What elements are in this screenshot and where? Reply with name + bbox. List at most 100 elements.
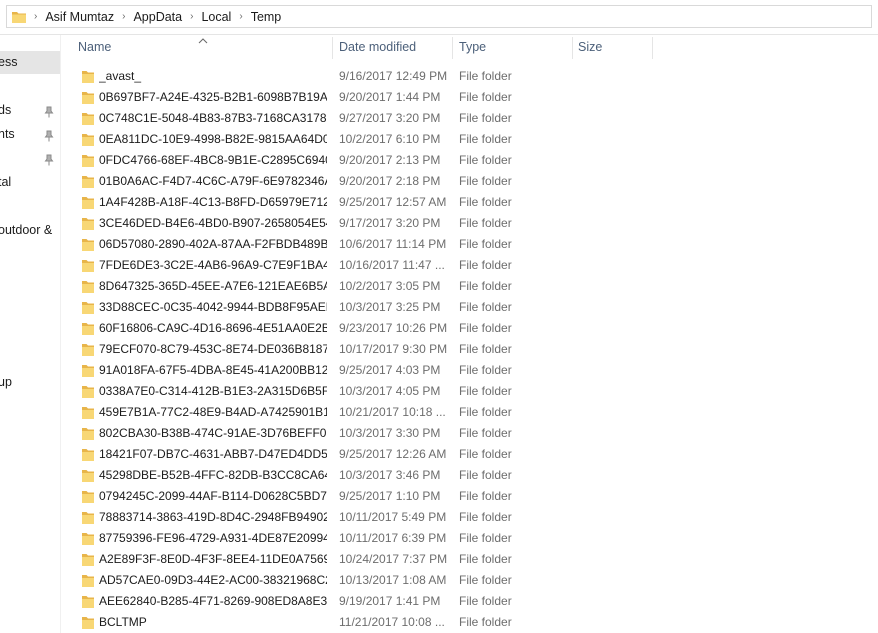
file-name: 459E7B1A-77C2-48E9-B4AD-A7425901B1B9 [99, 405, 327, 419]
column-divider[interactable] [332, 37, 333, 59]
file-row[interactable]: 3CE46DED-B4E6-4BD0-B907-2658054E543A 9/1… [70, 213, 878, 234]
file-row[interactable]: 0FDC4766-68EF-4BC8-9B1E-C2895C694081 9/2… [70, 150, 878, 171]
file-type: File folder [459, 258, 512, 272]
file-row[interactable]: 87759396-FE96-4729-A931-4DE87E209943 10/… [70, 528, 878, 549]
nav-item-downloads[interactable]: ds [0, 99, 60, 122]
column-header-date-modified[interactable]: Date modified [339, 35, 416, 60]
file-row[interactable]: AD57CAE0-09D3-44E2-AC00-38321968C2... 10… [70, 570, 878, 591]
folder-icon [81, 426, 95, 441]
nav-item-outdoor[interactable]: outdoor & [0, 219, 60, 242]
file-row[interactable]: A2E89F3F-8E0D-4F3F-8EE4-11DE0A7569F0 10/… [70, 549, 878, 570]
chevron-right-icon[interactable]: › [239, 11, 242, 22]
nav-item-label: up [0, 375, 12, 389]
chevron-right-icon[interactable]: › [34, 11, 37, 22]
nav-item-label: outdoor & [0, 223, 53, 237]
file-row[interactable]: 0C748C1E-5048-4B83-87B3-7168CA317806 9/2… [70, 108, 878, 129]
file-type: File folder [459, 279, 512, 293]
file-row[interactable]: 8D647325-365D-45EE-A7E6-121EAE6B5A8F 10/… [70, 276, 878, 297]
folder-icon [12, 11, 26, 23]
file-row[interactable]: 01B0A6AC-F4D7-4C6C-A79F-6E9782346A... 9/… [70, 171, 878, 192]
file-type: File folder [459, 384, 512, 398]
file-row[interactable]: 91A018FA-67F5-4DBA-8E45-41A200BB1278 9/2… [70, 360, 878, 381]
file-date-modified: 9/25/2017 1:10 PM [339, 489, 441, 503]
breadcrumb-item[interactable]: Local [201, 10, 231, 24]
file-row[interactable]: 78883714-3863-419D-8D4C-2948FB94902E 10/… [70, 507, 878, 528]
file-row[interactable]: 7FDE6DE3-3C2E-4AB6-96A9-C7E9F1BA43... 10… [70, 255, 878, 276]
file-row[interactable]: 0338A7E0-C314-412B-B1E3-2A315D6B5F0F 10/… [70, 381, 878, 402]
folder-icon [81, 111, 95, 126]
file-date-modified: 10/3/2017 3:30 PM [339, 426, 441, 440]
file-name: 06D57080-2890-402A-87AA-F2FBDB489B... [99, 237, 327, 251]
column-header-type[interactable]: Type [459, 35, 486, 60]
file-row[interactable]: BCLTMP 11/21/2017 10:08 ... File folder [70, 612, 878, 633]
folder-icon [81, 258, 95, 273]
file-row[interactable]: 0794245C-2099-44AF-B114-D0628C5BD7E9 9/2… [70, 486, 878, 507]
breadcrumb-item[interactable]: AppData [133, 10, 182, 24]
file-type: File folder [459, 426, 512, 440]
file-type: File folder [459, 405, 512, 419]
file-row[interactable]: 18421F07-DB7C-4631-ABB7-D47ED4DD5... 9/2… [70, 444, 878, 465]
file-date-modified: 10/2/2017 6:10 PM [339, 132, 441, 146]
file-date-modified: 9/20/2017 2:13 PM [339, 153, 441, 167]
nav-item-documents[interactable]: nts [0, 123, 60, 146]
folder-icon [81, 468, 95, 483]
file-row[interactable]: 45298DBE-B52B-4FFC-82DB-B3CC8CA64... 10/… [70, 465, 878, 486]
file-row[interactable]: 0B697BF7-A24E-4325-B2B1-6098B7B19A1F 9/2… [70, 87, 878, 108]
file-row[interactable]: 802CBA30-B38B-474C-91AE-3D76BEFF0182 10/… [70, 423, 878, 444]
file-row[interactable]: AEE62840-B285-4F71-8269-908ED8A8E34D 9/1… [70, 591, 878, 612]
file-type: File folder [459, 468, 512, 482]
nav-item-pictures[interactable] [0, 147, 60, 170]
nav-item-digital[interactable]: tal [0, 171, 60, 194]
file-date-modified: 9/20/2017 2:18 PM [339, 174, 441, 188]
file-name: 60F16806-CA9C-4D16-8696-4E51AA0E2B06 [99, 321, 327, 335]
sort-ascending-icon [198, 34, 208, 44]
file-row[interactable]: 60F16806-CA9C-4D16-8696-4E51AA0E2B06 9/2… [70, 318, 878, 339]
file-date-modified: 10/11/2017 5:49 PM [339, 510, 447, 524]
column-header-size[interactable]: Size [578, 35, 602, 60]
file-name: 0EA811DC-10E9-4998-B82E-9815AA64D00E [99, 132, 327, 146]
file-date-modified: 10/21/2017 10:18 ... [339, 405, 446, 419]
file-name: 3CE46DED-B4E6-4BD0-B907-2658054E543A [99, 216, 327, 230]
file-row[interactable]: 33D88CEC-0C35-4042-9944-BDB8F95AED... 10… [70, 297, 878, 318]
file-type: File folder [459, 237, 512, 251]
file-row[interactable]: 79ECF070-8C79-453C-8E74-DE036B8187BE 10/… [70, 339, 878, 360]
file-type: File folder [459, 111, 512, 125]
file-type: File folder [459, 90, 512, 104]
column-header-name[interactable]: Name [78, 35, 111, 60]
nav-item-label: ess [0, 55, 18, 69]
file-date-modified: 9/25/2017 12:26 AM [339, 447, 447, 461]
chevron-right-icon[interactable]: › [190, 11, 193, 22]
pin-icon [43, 151, 57, 166]
address-input[interactable]: › Asif Mumtaz › AppData › Local › Temp [6, 5, 872, 28]
file-date-modified: 10/3/2017 3:25 PM [339, 300, 441, 314]
file-type: File folder [459, 195, 512, 209]
file-name: _avast_ [99, 69, 142, 83]
file-name: 0C748C1E-5048-4B83-87B3-7168CA317806 [99, 111, 327, 125]
file-name: 1A4F428B-A18F-4C13-B8FD-D65979E712D1 [99, 195, 327, 209]
file-row[interactable]: _avast_ 9/16/2017 12:49 PM File folder [70, 66, 878, 87]
chevron-right-icon[interactable]: › [122, 11, 125, 22]
file-date-modified: 9/19/2017 1:41 PM [339, 594, 441, 608]
file-row[interactable]: 459E7B1A-77C2-48E9-B4AD-A7425901B1B9 10/… [70, 402, 878, 423]
file-name: 0FDC4766-68EF-4BC8-9B1E-C2895C694081 [99, 153, 327, 167]
file-row[interactable]: 1A4F428B-A18F-4C13-B8FD-D65979E712D1 9/2… [70, 192, 878, 213]
breadcrumb-item[interactable]: Asif Mumtaz [45, 10, 114, 24]
folder-icon [81, 405, 95, 420]
column-divider[interactable] [452, 37, 453, 59]
breadcrumb-item[interactable]: Temp [251, 10, 282, 24]
file-date-modified: 10/13/2017 1:08 AM [339, 573, 447, 587]
nav-item-backup[interactable]: up [0, 371, 60, 394]
file-type: File folder [459, 489, 512, 503]
file-name: BCLTMP [99, 615, 147, 629]
folder-icon [81, 447, 95, 462]
file-name: 0794245C-2099-44AF-B114-D0628C5BD7E9 [99, 489, 327, 503]
nav-item-quick-access[interactable]: ess [0, 51, 60, 74]
file-date-modified: 10/11/2017 6:39 PM [339, 531, 447, 545]
nav-item-label: tal [0, 175, 12, 189]
column-divider[interactable] [572, 37, 573, 59]
file-name: 7FDE6DE3-3C2E-4AB6-96A9-C7E9F1BA43... [99, 258, 327, 272]
file-row[interactable]: 06D57080-2890-402A-87AA-F2FBDB489B... 10… [70, 234, 878, 255]
file-row[interactable]: 0EA811DC-10E9-4998-B82E-9815AA64D00E 10/… [70, 129, 878, 150]
file-name: 0338A7E0-C314-412B-B1E3-2A315D6B5F0F [99, 384, 327, 398]
column-divider[interactable] [652, 37, 653, 59]
